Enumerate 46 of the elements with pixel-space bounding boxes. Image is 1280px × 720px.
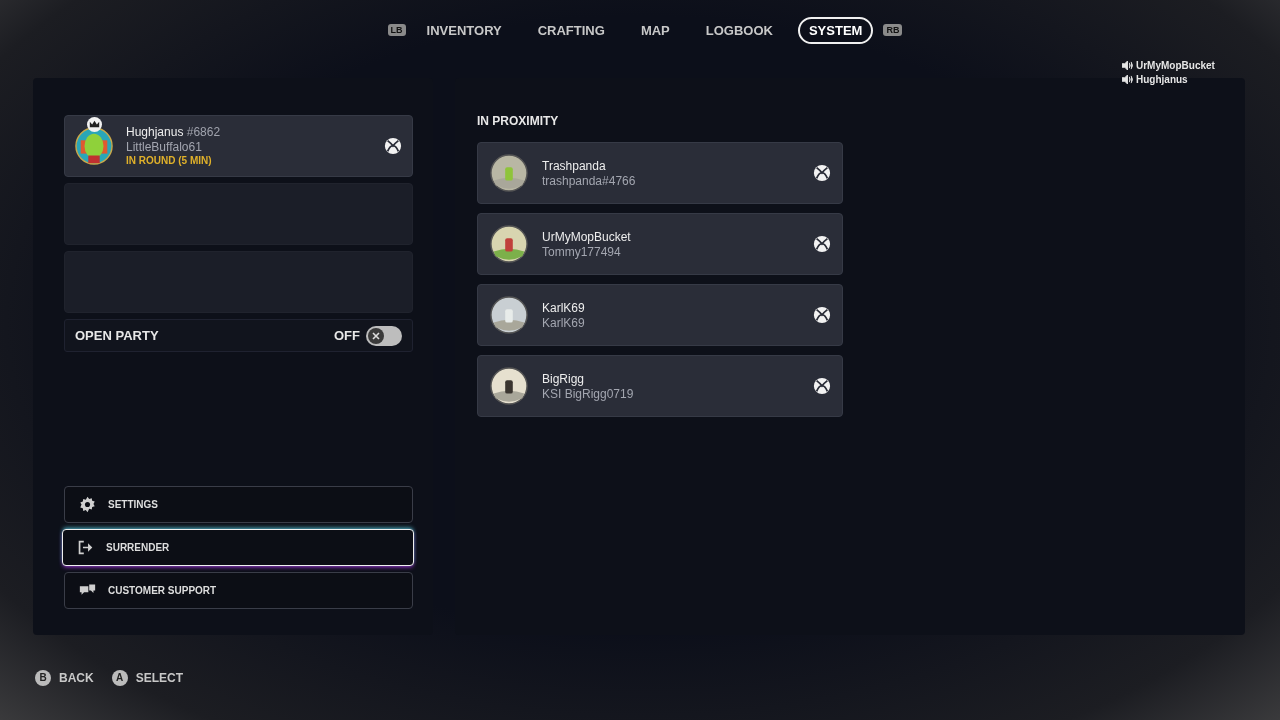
section-heading: IN PROXIMITY xyxy=(477,114,559,128)
speaker-icon xyxy=(1122,75,1133,84)
xbox-icon xyxy=(813,377,831,395)
gamertag: trashpanda#4766 xyxy=(542,173,637,188)
controller-button-icon: B xyxy=(35,669,51,686)
speaker-name: UrMyMopBucket xyxy=(1136,60,1215,71)
player-card[interactable]: UrMyMopBucket Tommy177494 xyxy=(477,213,843,275)
player-card[interactable]: Trashpanda trashpanda#4766 xyxy=(477,142,843,204)
bumper-key[interactable]: LB xyxy=(387,24,406,36)
party-member-card[interactable]: Hughjanus #6862 LittleBuffalo61 IN ROUND (5 MIN) xyxy=(64,115,413,177)
player-name: Hughjanus #6862 xyxy=(126,125,222,140)
gamertag: Tommy177494 xyxy=(542,244,622,259)
settings-icon xyxy=(79,496,96,513)
hint-label: BACK xyxy=(59,670,94,685)
hint-label: SELECT xyxy=(135,670,183,685)
player-name: Trashpanda xyxy=(542,158,607,174)
toggle-switch[interactable] xyxy=(366,325,402,346)
nav-tab[interactable]: CRAFTING xyxy=(526,16,616,44)
nav-tab[interactable]: INVENTORY xyxy=(415,16,513,44)
gamertag: KarlK69 xyxy=(542,315,586,330)
gamertag: LittleBuffalo61 xyxy=(126,140,203,154)
xbox-icon xyxy=(384,137,402,155)
player-card[interactable]: KarlK69 KarlK69 xyxy=(477,284,843,346)
player-name: UrMyMopBucket xyxy=(542,229,632,245)
menu-button[interactable]: SURRENDER xyxy=(62,529,414,566)
open-party-label: OPEN PARTY xyxy=(75,328,160,343)
player-card[interactable]: BigRigg KSI BigRigg0719 xyxy=(477,355,843,417)
speaker-name: Hughjanus xyxy=(1136,74,1188,85)
speaker-icon xyxy=(1122,61,1133,70)
bumper-key[interactable]: RB xyxy=(883,24,903,36)
xbox-icon xyxy=(813,306,831,324)
nav-tab[interactable]: MAP xyxy=(629,16,681,44)
controller-button-icon: A xyxy=(111,669,128,686)
xbox-icon xyxy=(813,235,831,253)
player-name: BigRigg xyxy=(542,371,586,387)
status-text: IN ROUND (5 MIN) xyxy=(126,154,213,167)
toggle-state: OFF xyxy=(334,328,360,343)
gamertag: KSI BigRigg0719 xyxy=(542,386,635,401)
nav-tab[interactable]: SYSTEM xyxy=(797,16,874,44)
menu-button[interactable]: SETTINGS xyxy=(64,486,413,523)
toggle-knob[interactable] xyxy=(368,327,384,344)
player-name: KarlK69 xyxy=(542,300,586,316)
exit-icon xyxy=(77,539,94,556)
menu-button[interactable]: CUSTOMER SUPPORT xyxy=(64,572,413,609)
nav-tab[interactable]: LOGBOOK xyxy=(694,16,784,44)
xbox-icon xyxy=(813,164,831,182)
